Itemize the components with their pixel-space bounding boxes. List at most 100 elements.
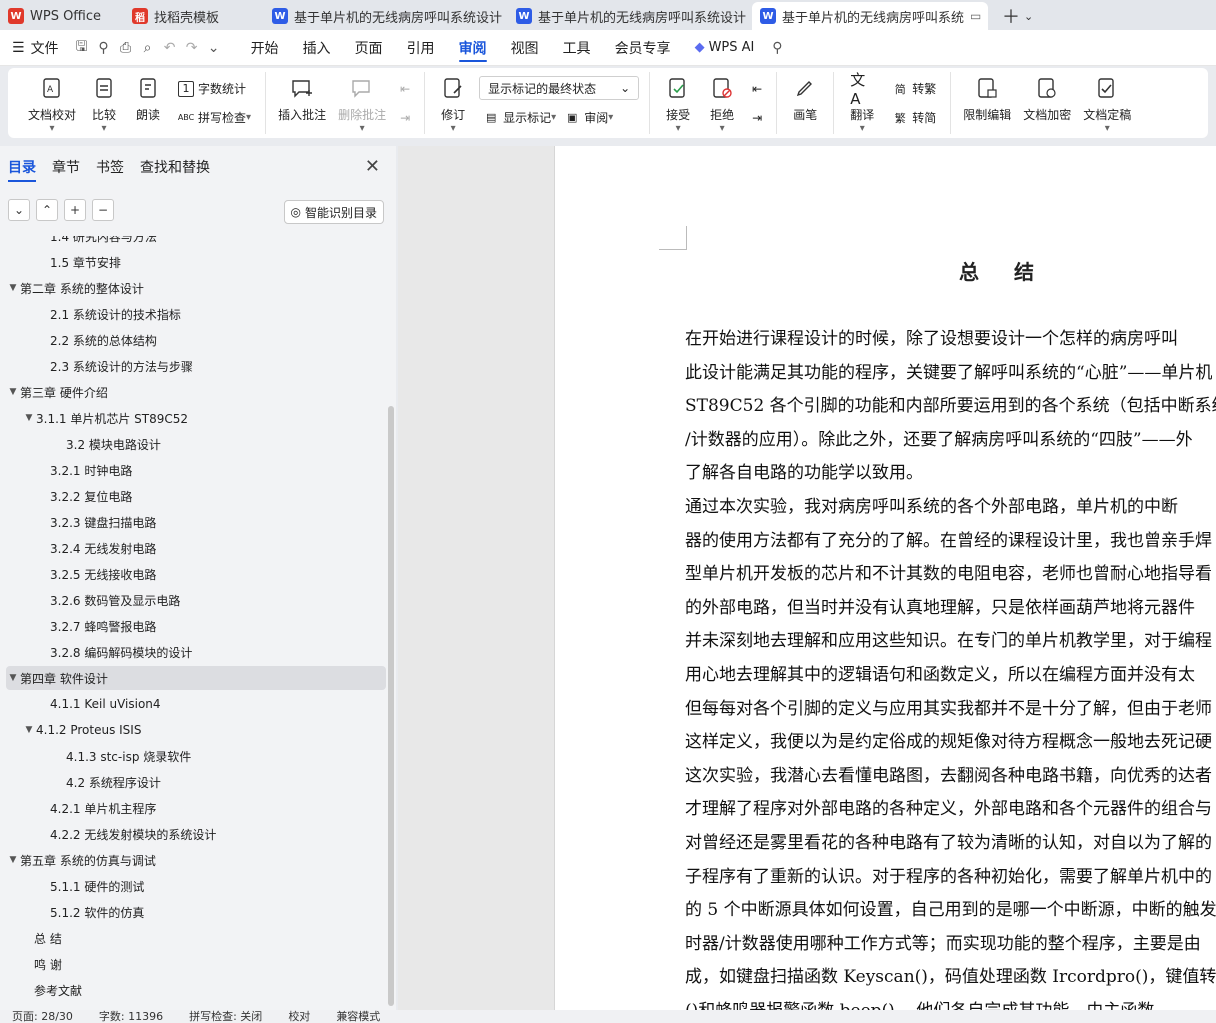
tab-toc[interactable]: 目录 [8, 146, 36, 188]
insert-comment-button[interactable]: 插入批注 [272, 72, 332, 134]
print-icon[interactable]: ⎙ [115, 37, 137, 59]
tab-find-replace[interactable]: 查找和替换 [140, 146, 210, 188]
redo-icon[interactable]: ↷ [181, 37, 203, 59]
toc-item[interactable]: 5.1.1 硬件的测试 [6, 874, 386, 898]
tab-wps-office[interactable]: W WPS Office [0, 2, 118, 30]
word-count-indicator[interactable]: 字数: 11396 [99, 1010, 163, 1023]
toc-item[interactable]: 2.1 系统设计的技术指标 [6, 302, 386, 326]
finalize-button[interactable]: 文档定稿 [1077, 72, 1137, 134]
toc-scrollbar[interactable] [388, 406, 394, 1006]
menu-start[interactable]: 开始 [239, 30, 291, 66]
expand-arrow-icon[interactable]: ▼ [6, 283, 20, 293]
expand-arrow-icon[interactable]: ▼ [22, 413, 36, 423]
toc-item[interactable]: 3.2.6 数码管及显示电路 [6, 588, 386, 612]
toc-item[interactable]: 参考文献 [6, 978, 386, 1002]
toc-item[interactable]: 2.3 系统设计的方法与步骤 [6, 354, 386, 378]
compare-button[interactable]: 比较 [82, 72, 126, 134]
toc-item[interactable]: 鸣 谢 [6, 952, 386, 976]
save-icon[interactable]: 🖫 [71, 37, 93, 59]
to-traditional-button[interactable]: 简转繁 [888, 76, 940, 102]
toc-item[interactable]: ▼ 4.1.2 Proteus ISIS [6, 718, 386, 742]
spell-check-button[interactable]: ABC 拼写检查 [174, 105, 255, 131]
toc-item[interactable]: ▼ 第五章 系统的仿真与调试 [6, 848, 386, 872]
close-icon[interactable]: ✕ [365, 156, 380, 177]
collapse-up-icon[interactable]: ⌃ [36, 199, 58, 221]
toc-item[interactable]: 4.2.2 无线发射模块的系统设计 [6, 822, 386, 846]
toc-item[interactable]: 3.2.8 编码解码模块的设计 [6, 640, 386, 664]
wps-ai-button[interactable]: ◆ WPS AI [683, 30, 767, 66]
markup-state-select[interactable]: 显示标记的最终状态 ⌄ [479, 76, 640, 100]
new-tab-button[interactable]: ＋ ⌄ [1002, 2, 1033, 30]
file-menu[interactable]: ☰ 文件 [0, 30, 71, 66]
toc-item[interactable]: 1.4 研究内容与方法 [6, 232, 386, 248]
toc-item[interactable]: 1.5 章节安排 [6, 250, 386, 274]
toc-item[interactable]: 4.1.3 stc-isp 烧录软件 [6, 744, 386, 768]
toc-item[interactable]: 4.2.1 单片机主程序 [6, 796, 386, 820]
smart-toc-button[interactable]: ◎ 智能识别目录 [283, 200, 384, 224]
spell-check-indicator[interactable]: 拼写检查: 关闭 [189, 1010, 262, 1023]
toc-item[interactable]: 3.2.2 复位电路 [6, 484, 386, 508]
read-aloud-button[interactable]: 朗读 [126, 72, 170, 134]
menu-tools[interactable]: 工具 [551, 30, 603, 66]
toc-item[interactable]: 总 结 [6, 926, 386, 950]
toc-item[interactable]: ▼ 第三章 硬件介绍 [6, 380, 386, 404]
show-markup-button[interactable]: ▤ 显示标记 [479, 104, 560, 130]
prev-change-icon[interactable]: ⇤ [748, 76, 766, 102]
menu-review[interactable]: 审阅 [447, 30, 499, 66]
print-preview-icon[interactable]: ⌕ [137, 37, 159, 59]
more-chevron-icon[interactable]: ⌄ [203, 37, 225, 59]
toc-item[interactable]: 3.2.3 键盘扫描电路 [6, 510, 386, 534]
menu-page[interactable]: 页面 [343, 30, 395, 66]
page-indicator[interactable]: 页面: 28/30 [12, 1010, 73, 1023]
tab-doc-3-active[interactable]: W 基于单片机的无线病房呼叫系统 ▭ ✕ [752, 2, 988, 30]
reject-button[interactable]: 拒绝 [700, 72, 744, 134]
toc-item[interactable]: ▼ 3.1.1 单片机芯片 ST89C52 [6, 406, 386, 430]
track-changes-button[interactable]: 修订 [431, 72, 475, 134]
accept-button[interactable]: 接受 [656, 72, 700, 134]
next-comment-icon[interactable]: ⇥ [396, 105, 414, 131]
expand-arrow-icon[interactable]: ▼ [6, 673, 20, 683]
expand-arrow-icon[interactable]: ▼ [22, 725, 36, 735]
tab-doc-2[interactable]: W 基于单片机的无线病房呼叫系统设计 [508, 2, 748, 30]
restrict-edit-button[interactable]: 限制编辑 [957, 72, 1017, 134]
menu-member[interactable]: 会员专享 [603, 30, 683, 66]
expand-arrow-icon[interactable]: ▼ [6, 387, 20, 397]
toc-item[interactable]: 3.2 模块电路设计 [6, 432, 386, 456]
tab-doc-1[interactable]: W 基于单片机的无线病房呼叫系统设计 [264, 2, 504, 30]
toc-item[interactable]: 3.2.1 时钟电路 [6, 458, 386, 482]
link-icon[interactable]: ⚲ [93, 37, 115, 59]
close-tab-icon[interactable]: ✕ [981, 8, 988, 24]
menu-insert[interactable]: 插入 [291, 30, 343, 66]
prev-comment-icon[interactable]: ⇤ [396, 76, 414, 102]
expand-arrow-icon[interactable]: ▼ [6, 855, 20, 865]
proof-indicator[interactable]: 校对 [288, 1010, 310, 1023]
encrypt-button[interactable]: 文档加密 [1017, 72, 1077, 134]
undo-icon[interactable]: ↶ [159, 37, 181, 59]
toc-item[interactable]: 3.2.4 无线发射电路 [6, 536, 386, 560]
review-pane-button[interactable]: ▣ 审阅 [560, 104, 617, 130]
search-icon[interactable]: ⚲ [766, 37, 788, 59]
pen-button[interactable]: 画笔 [783, 72, 827, 134]
doc-proof-button[interactable]: A 文档校对 [22, 72, 82, 134]
chevron-down-icon[interactable]: ⌄ [1024, 10, 1033, 23]
tab-bookmarks[interactable]: 书签 [96, 146, 124, 188]
delete-comment-button[interactable]: 删除批注 [332, 72, 392, 134]
toc-item[interactable]: ▼ 第四章 软件设计 [6, 666, 386, 690]
toc-item[interactable]: 5.1.2 软件的仿真 [6, 900, 386, 924]
translate-button[interactable]: 文A 翻译 [840, 71, 884, 134]
menu-reference[interactable]: 引用 [395, 30, 447, 66]
expand-down-icon[interactable]: ⌄ [8, 199, 30, 221]
tab-docer[interactable]: 稻 找稻壳模板 [124, 2, 256, 30]
toc-item[interactable]: 3.2.7 蜂鸣警报电路 [6, 614, 386, 638]
document-page[interactable]: 总 结 在开始进行课程设计的时候，除了设想要设计一个怎样的病房呼叫 此设计能满足其… [554, 146, 1216, 1010]
menu-view[interactable]: 视图 [499, 30, 551, 66]
toc-item[interactable]: 4.1.1 Keil uVision4 [6, 692, 386, 716]
toc-item[interactable]: 3.2.5 无线接收电路 [6, 562, 386, 586]
next-change-icon[interactable]: ⇥ [748, 105, 766, 131]
add-heading-icon[interactable]: + [64, 199, 86, 221]
word-count-button[interactable]: 1 字数统计 [174, 76, 255, 102]
remove-heading-icon[interactable]: − [92, 199, 114, 221]
toc-item[interactable]: ▼ 第二章 系统的整体设计 [6, 276, 386, 300]
toc-item[interactable]: 4.2 系统程序设计 [6, 770, 386, 794]
to-simplified-button[interactable]: 繁转简 [888, 105, 940, 131]
